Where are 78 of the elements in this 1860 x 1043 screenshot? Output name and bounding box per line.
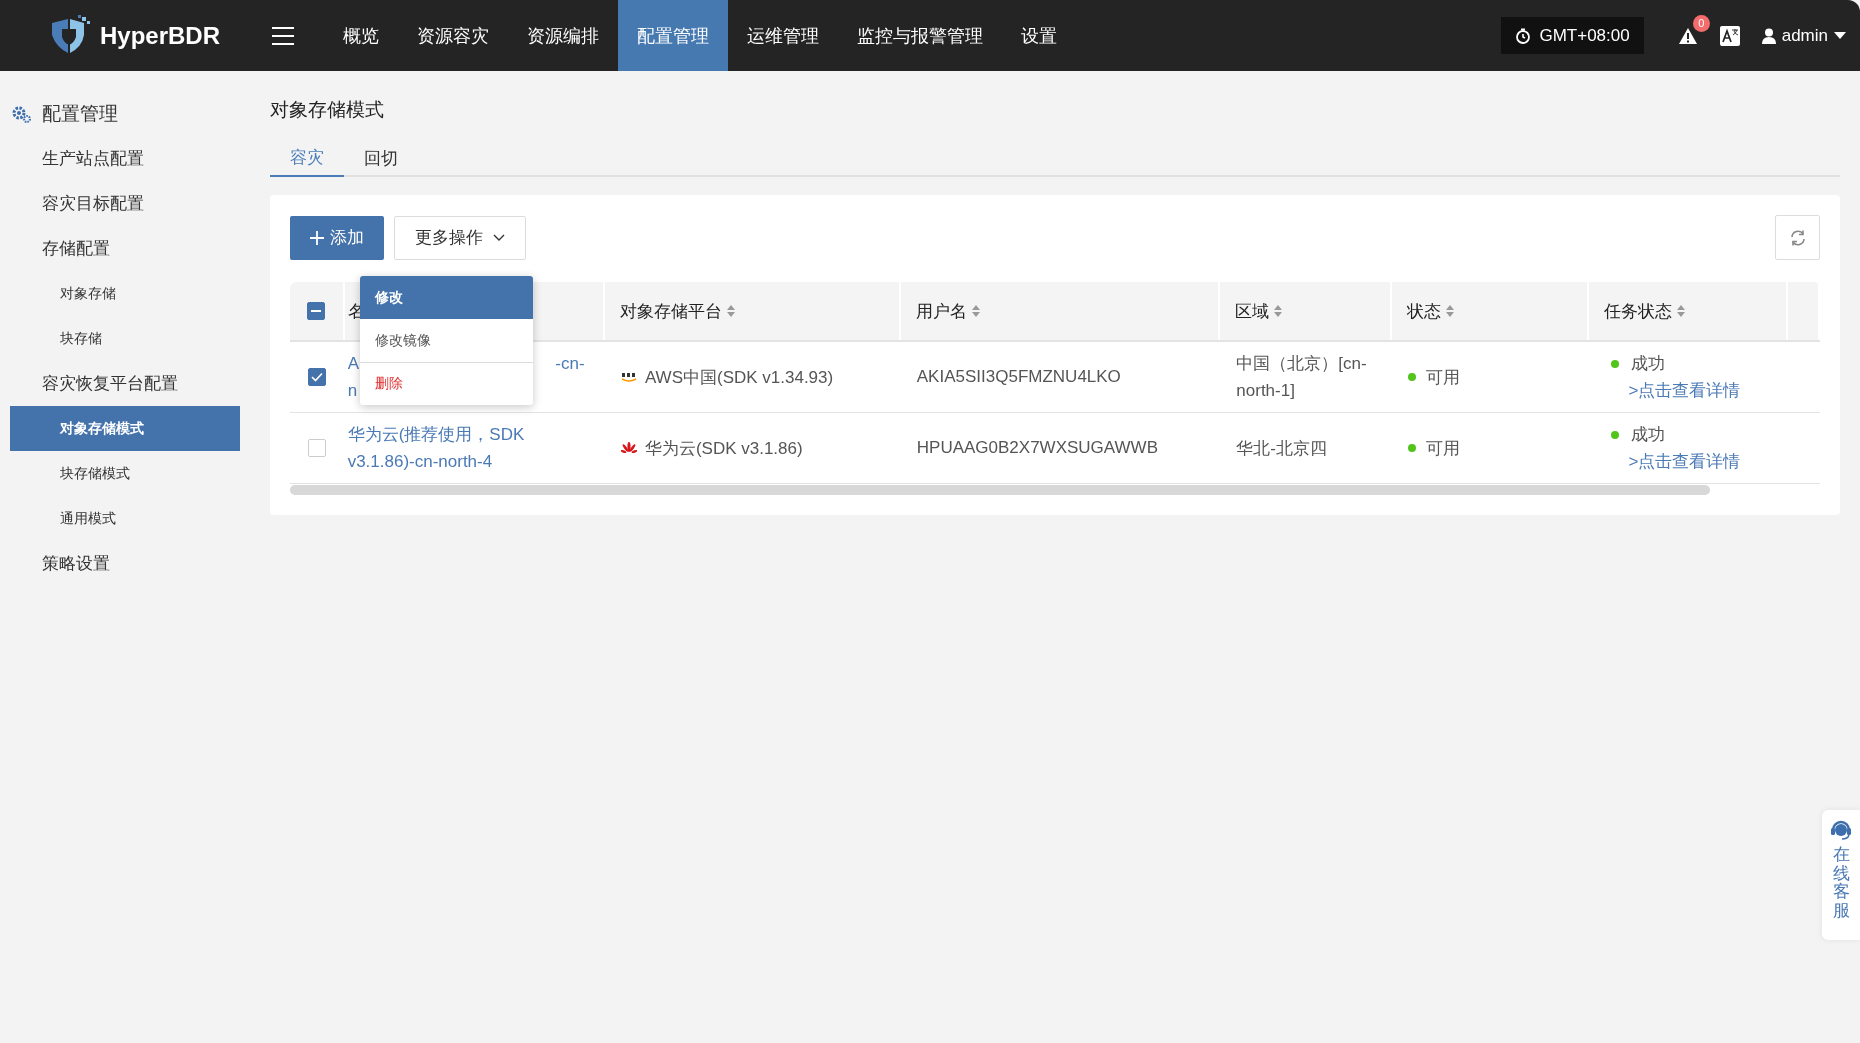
sort-icon[interactable] — [1274, 305, 1283, 317]
nav-tab[interactable]: 配置管理 — [618, 0, 728, 71]
sort-icon[interactable] — [1676, 305, 1685, 317]
refresh-icon — [1788, 228, 1807, 247]
checkmark-icon — [311, 372, 324, 382]
sort-icon[interactable] — [727, 305, 736, 317]
column-header[interactable]: 任务状态 — [1603, 299, 1672, 323]
name-link[interactable]: A — [347, 350, 359, 377]
add-button[interactable]: 添加 — [290, 215, 384, 260]
user-menu[interactable]: admin — [1761, 25, 1846, 46]
nav-tab[interactable]: 运维管理 — [728, 0, 838, 71]
sidebar-item[interactable]: 生产站点配置 — [0, 136, 240, 181]
menu-item[interactable]: 修改 — [360, 276, 533, 319]
clock-icon — [1515, 27, 1532, 44]
sidebar-subitem[interactable]: 对象存储 — [10, 271, 240, 316]
name-link[interactable]: n — [347, 377, 358, 404]
user-icon — [1761, 27, 1776, 44]
status-dot — [1610, 430, 1619, 439]
username-text: HPUAAG0B2X7WXSUGAWWB — [916, 438, 1158, 458]
username-text: AKIA5SII3Q5FMZNU4LKO — [916, 367, 1121, 387]
refresh-button[interactable] — [1775, 215, 1820, 260]
status-dot — [1610, 359, 1619, 368]
status-text: 可用 — [1426, 366, 1461, 389]
timezone-button[interactable]: GMT+08:00 — [1501, 17, 1644, 54]
petal-logo-icon — [620, 441, 637, 455]
chevron-down-icon — [493, 233, 505, 242]
status-dot — [1408, 444, 1417, 452]
sidebar-subitem[interactable]: 块存储模式 — [10, 451, 240, 496]
sort-icon[interactable] — [972, 305, 980, 317]
nav-tab[interactable]: 资源容灾 — [398, 0, 508, 71]
caret-icon — [1834, 31, 1846, 40]
details-link[interactable]: >点击查看详情 — [1628, 448, 1741, 475]
sidebar-item[interactable]: 存储配置 — [0, 226, 240, 271]
aws-logo-icon — [620, 371, 637, 383]
nav-tab[interactable]: 监控与报警管理 — [838, 0, 1002, 71]
select-all-checkbox[interactable] — [307, 302, 326, 320]
sidebar-item[interactable]: 容灾恢复平台配置 — [0, 361, 240, 406]
translate-icon[interactable] — [1719, 25, 1740, 46]
headset-icon — [1830, 818, 1852, 842]
logo-text: HyperBDR — [100, 21, 221, 50]
region-text: 华北-北京四 — [1236, 437, 1327, 460]
task-status-text: 成功 — [1630, 353, 1665, 375]
sidebar-subitem[interactable]: 通用模式 — [10, 496, 240, 541]
column-header[interactable]: 对象存储平台 — [620, 299, 723, 323]
platform-text: 华为云(SDK v3.1.86) — [644, 437, 803, 460]
name-link[interactable]: -cn- — [555, 350, 585, 377]
alert-count-badge: 0 — [1692, 14, 1710, 32]
sidebar-subitem[interactable]: 对象存储模式 — [10, 406, 240, 451]
column-header[interactable]: 状态 — [1406, 299, 1441, 323]
menu-item[interactable]: 修改镜像 — [360, 319, 533, 362]
sidebar-subitem[interactable]: 块存储 — [10, 316, 240, 361]
name-link[interactable]: 华为云(推荐使用，SDK v3.1.86)-cn-north-4 — [347, 421, 548, 475]
sidebar-item[interactable]: 容灾目标配置 — [0, 181, 240, 226]
nav-tab[interactable]: 资源编排 — [508, 0, 618, 71]
online-support-widget[interactable]: 在线客服 — [1822, 810, 1860, 940]
column-header[interactable]: 区域 — [1235, 299, 1270, 323]
nav-tab[interactable]: 设置 — [1002, 0, 1076, 71]
task-status-text: 成功 — [1630, 424, 1665, 446]
sort-icon[interactable] — [1445, 305, 1454, 317]
tab[interactable]: 容灾 — [270, 139, 344, 177]
nav-tab[interactable]: 概览 — [324, 0, 398, 71]
row-checkbox[interactable] — [308, 368, 327, 386]
page-title: 对象存储模式 — [270, 98, 385, 122]
warning-icon[interactable] — [1677, 26, 1698, 45]
plus-icon — [310, 230, 324, 245]
region-text: 中国（北京）[cn-north-1] — [1236, 353, 1368, 402]
platform-text: AWS中国(SDK v1.34.93) — [644, 366, 834, 389]
tab[interactable]: 回切 — [344, 139, 418, 177]
details-link[interactable]: >点击查看详情 — [1628, 377, 1741, 404]
support-label: 在线客服 — [1832, 846, 1850, 921]
sidebar-item[interactable]: 策略设置 — [0, 541, 240, 586]
column-header[interactable]: 用户名 — [916, 299, 967, 323]
sidebar-title: 配置管理 — [42, 101, 118, 126]
menu-item[interactable]: 删除 — [360, 362, 533, 405]
status-text: 可用 — [1426, 437, 1461, 460]
status-dot — [1408, 373, 1417, 381]
menu-icon[interactable] — [272, 26, 294, 45]
more-actions-button[interactable]: 更多操作 — [394, 215, 526, 260]
